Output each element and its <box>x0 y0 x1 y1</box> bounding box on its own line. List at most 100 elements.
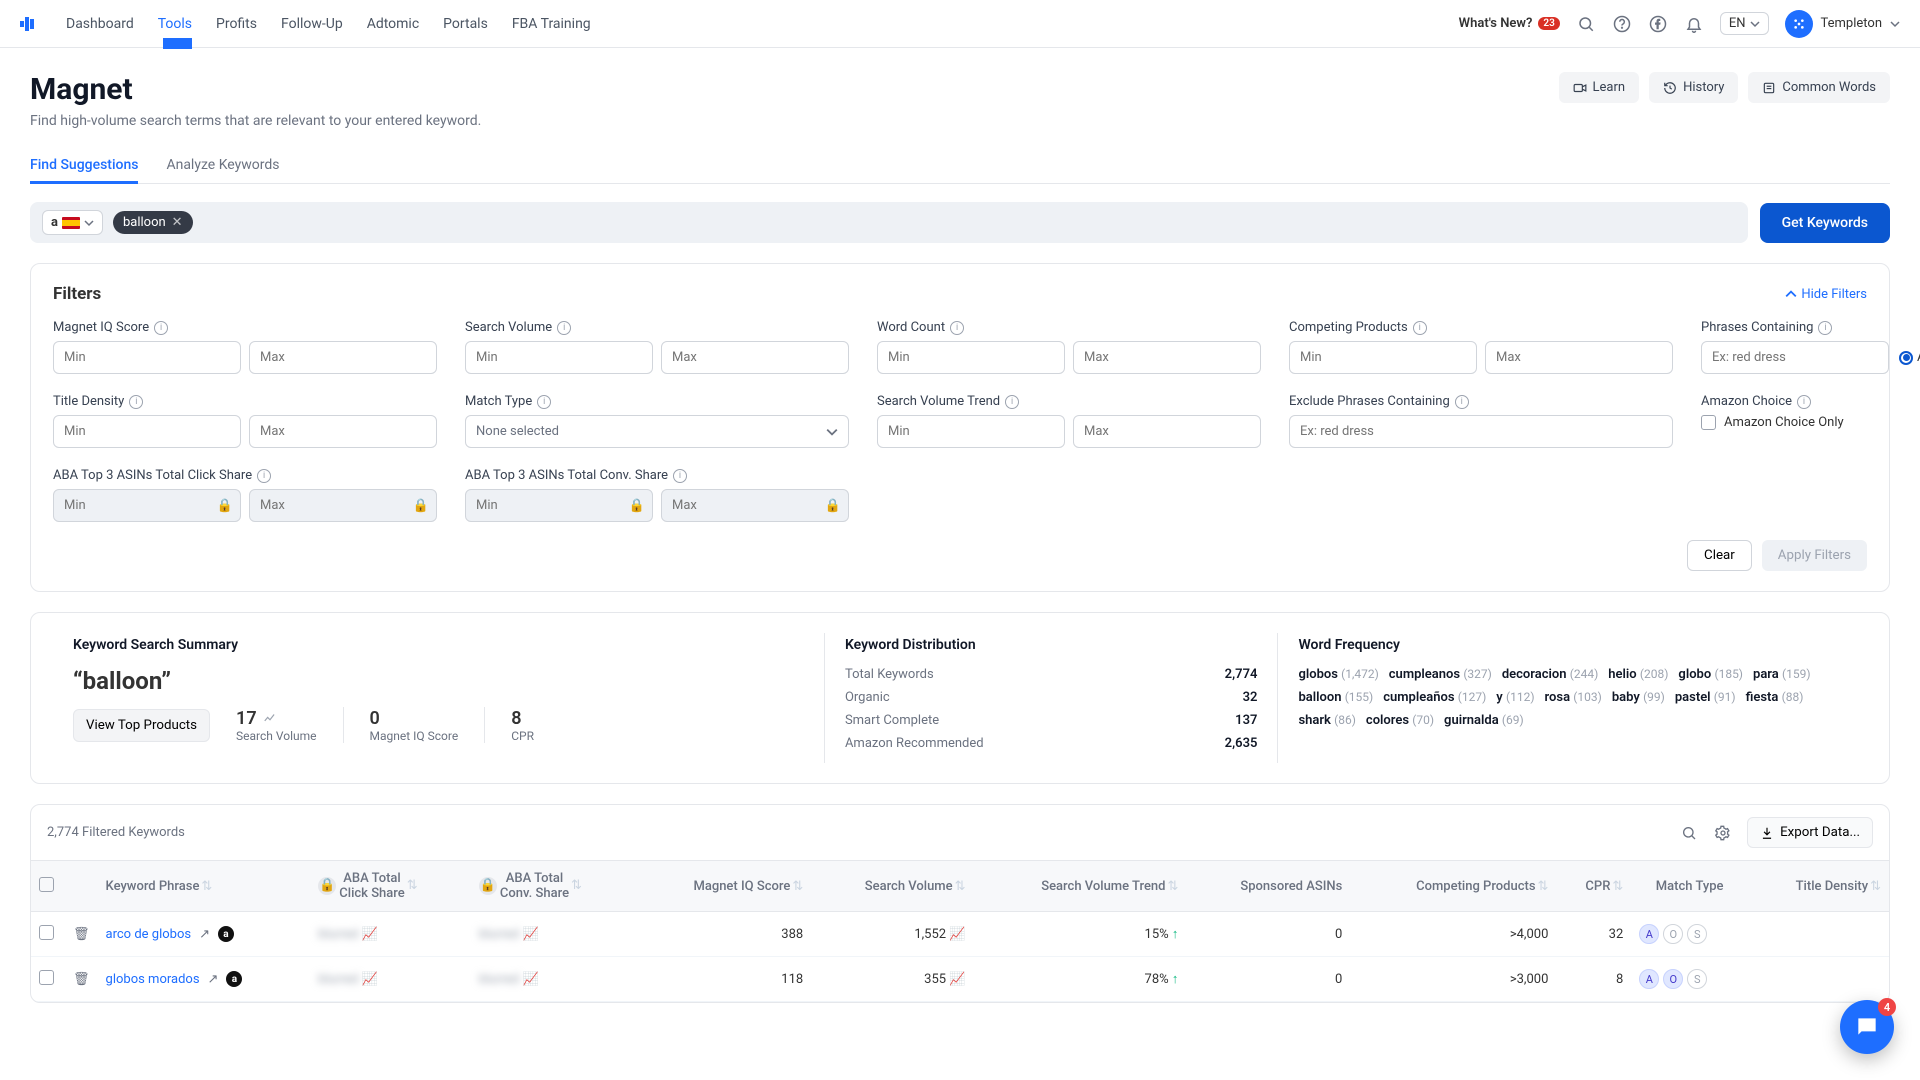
col-competing[interactable]: Competing Products⇅ <box>1350 861 1556 912</box>
info-icon[interactable]: i <box>1413 321 1427 335</box>
col-iq[interactable]: Magnet IQ Score⇅ <box>636 861 811 912</box>
tab-find-suggestions[interactable]: Find Suggestions <box>30 147 138 183</box>
amazon-icon[interactable]: a <box>226 971 242 987</box>
info-icon[interactable]: i <box>129 395 143 409</box>
chart-icon[interactable]: 📈 <box>949 972 965 987</box>
gear-icon[interactable] <box>1713 823 1733 843</box>
word-freq-item[interactable]: colores (70) <box>1366 713 1434 728</box>
bell-icon[interactable] <box>1684 14 1704 34</box>
nav-followup[interactable]: Follow-Up <box>281 0 343 47</box>
col-cpr[interactable]: CPR⇅ <box>1556 861 1631 912</box>
td-max-input[interactable] <box>249 415 437 448</box>
cp-min-input[interactable] <box>1289 341 1477 374</box>
external-link-icon[interactable]: ↗ <box>199 927 210 942</box>
wc-min-input[interactable] <box>877 341 1065 374</box>
word-freq-item[interactable]: cumpleaños (127) <box>1383 690 1486 705</box>
chart-icon[interactable]: 📈 <box>362 972 378 987</box>
info-icon[interactable]: i <box>1455 395 1469 409</box>
word-freq-item[interactable]: helio (208) <box>1608 667 1668 682</box>
phrase-input[interactable] <box>1701 341 1889 374</box>
word-freq-item[interactable]: globos (1,472) <box>1298 667 1378 682</box>
keyword-bar[interactable]: a balloon ✕ <box>30 202 1748 243</box>
iq-min-input[interactable] <box>53 341 241 374</box>
word-freq-item[interactable]: rosa (103) <box>1545 690 1602 705</box>
iq-max-input[interactable] <box>249 341 437 374</box>
apply-filters-button[interactable]: Apply Filters <box>1762 540 1867 571</box>
external-link-icon[interactable]: ↗ <box>208 972 219 987</box>
chart-icon[interactable]: 📈 <box>522 972 538 987</box>
tab-analyze-keywords[interactable]: Analyze Keywords <box>166 147 279 183</box>
clear-filters-button[interactable]: Clear <box>1687 540 1752 571</box>
get-keywords-button[interactable]: Get Keywords <box>1760 203 1890 243</box>
radio-all[interactable]: All <box>1899 350 1920 365</box>
logo[interactable] <box>20 13 42 35</box>
nav-fbatraining[interactable]: FBA Training <box>512 0 591 47</box>
info-icon[interactable]: i <box>154 321 168 335</box>
export-data-button[interactable]: Export Data... <box>1747 817 1873 848</box>
view-top-products-button[interactable]: View Top Products <box>73 709 210 742</box>
select-all-checkbox[interactable] <box>39 877 54 892</box>
whats-new-link[interactable]: What's New? 23 <box>1459 16 1560 31</box>
chart-icon[interactable]: 📈 <box>522 927 538 942</box>
marketplace-selector[interactable]: a <box>42 210 103 235</box>
info-icon[interactable]: i <box>257 469 271 483</box>
word-freq-item[interactable]: guirnalda (69) <box>1444 713 1524 728</box>
word-freq-item[interactable]: baby (99) <box>1612 690 1665 705</box>
word-freq-item[interactable]: cumpleanos (327) <box>1389 667 1492 682</box>
info-icon[interactable]: i <box>1818 321 1832 335</box>
chart-icon[interactable]: 📈 <box>949 927 965 942</box>
word-freq-item[interactable]: para (159) <box>1753 667 1811 682</box>
nav-profits[interactable]: Profits <box>216 0 257 47</box>
chip-remove-icon[interactable]: ✕ <box>172 215 183 230</box>
hide-filters-toggle[interactable]: Hide Filters <box>1785 287 1867 302</box>
common-words-button[interactable]: Common Words <box>1748 72 1890 103</box>
chart-icon[interactable] <box>263 711 277 725</box>
nav-dashboard[interactable]: Dashboard <box>66 0 134 47</box>
info-icon[interactable]: i <box>557 321 571 335</box>
nav-portals[interactable]: Portals <box>443 0 488 47</box>
col-conv-share[interactable]: 🔒 ABA Total Conv. Share⇅ <box>471 861 637 912</box>
keyword-link[interactable]: arco de globos <box>106 927 192 942</box>
info-icon[interactable]: i <box>537 395 551 409</box>
td-min-input[interactable] <box>53 415 241 448</box>
match-type-select[interactable]: None selected <box>465 415 849 448</box>
info-icon[interactable]: i <box>673 469 687 483</box>
language-selector[interactable]: EN <box>1720 12 1769 35</box>
info-icon[interactable]: i <box>1797 395 1811 409</box>
chat-fab[interactable]: 4 <box>1840 1000 1894 1054</box>
col-sv[interactable]: Search Volume⇅ <box>811 861 973 912</box>
row-checkbox[interactable] <box>39 970 54 985</box>
word-freq-item[interactable]: balloon (155) <box>1298 690 1373 705</box>
chart-icon[interactable]: 📈 <box>362 927 378 942</box>
history-button[interactable]: History <box>1649 72 1738 103</box>
delete-icon[interactable]: 🗑 <box>73 972 90 987</box>
user-menu[interactable]: Templeton <box>1785 10 1901 38</box>
delete-icon[interactable]: 🗑 <box>73 927 90 942</box>
amazon-icon[interactable]: a <box>218 926 234 942</box>
exclude-phrase-input[interactable] <box>1289 415 1673 448</box>
wc-max-input[interactable] <box>1073 341 1261 374</box>
sv-min-input[interactable] <box>465 341 653 374</box>
word-freq-item[interactable]: shark (86) <box>1298 713 1355 728</box>
cp-max-input[interactable] <box>1485 341 1673 374</box>
facebook-icon[interactable] <box>1648 14 1668 34</box>
word-freq-item[interactable]: fiesta (88) <box>1746 690 1804 705</box>
col-keyword[interactable]: Keyword Phrase⇅ <box>98 861 311 912</box>
amazon-choice-checkbox[interactable]: Amazon Choice Only <box>1701 415 1920 430</box>
col-svt[interactable]: Search Volume Trend⇅ <box>974 861 1187 912</box>
sv-max-input[interactable] <box>661 341 849 374</box>
word-freq-item[interactable]: y (112) <box>1496 690 1534 705</box>
keyword-link[interactable]: globos morados <box>106 972 200 987</box>
info-icon[interactable]: i <box>1005 395 1019 409</box>
word-freq-item[interactable]: pastel (91) <box>1675 690 1736 705</box>
learn-button[interactable]: Learn <box>1559 72 1640 103</box>
word-freq-item[interactable]: decoracion (244) <box>1502 667 1598 682</box>
col-sponsored[interactable]: Sponsored ASINs <box>1186 861 1350 912</box>
row-checkbox[interactable] <box>39 925 54 940</box>
col-title-density[interactable]: Title Density⇅ <box>1748 861 1889 912</box>
nav-tools[interactable]: Tools <box>158 0 192 47</box>
svt-min-input[interactable] <box>877 415 1065 448</box>
search-icon[interactable] <box>1576 14 1596 34</box>
col-click-share[interactable]: 🔒 ABA Total Click Share⇅ <box>310 861 471 912</box>
svt-max-input[interactable] <box>1073 415 1261 448</box>
